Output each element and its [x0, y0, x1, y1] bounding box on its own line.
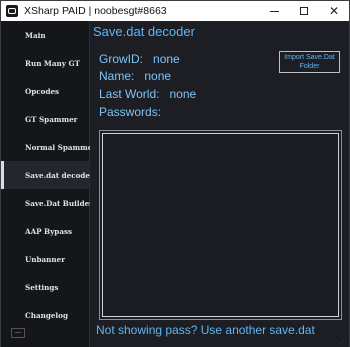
sidebar: Main Run Many GT Opcodes GT Spammer Norm… [1, 21, 96, 347]
sidebar-item-main[interactable]: Main [1, 21, 89, 49]
last-world-label: Last World: [99, 87, 160, 101]
maximize-button[interactable] [289, 1, 319, 21]
sidebar-item-settings[interactable]: Settings [1, 273, 89, 301]
sidebar-item-save-dat-decoder[interactable]: Save.dat decoder [1, 161, 94, 189]
minimize-icon [269, 10, 279, 12]
sidebar-item-aap-bypass[interactable]: AAP Bypass [1, 217, 89, 245]
main-panel: Save.dat decoder GrowID: none Name: none L… [90, 21, 349, 347]
growid-row: GrowID: none [99, 52, 180, 66]
sidebar-item-gt-spammer[interactable]: GT Spammer [1, 105, 89, 133]
import-save-dat-folder-button[interactable]: Import Save.Dat Folder [279, 51, 340, 73]
passwords-textbox-inner[interactable] [102, 133, 339, 317]
name-value: none [144, 69, 172, 83]
passwords-textbox[interactable] [99, 130, 342, 320]
growid-value: none [153, 52, 180, 66]
resize-grip-icon[interactable]: ⋰ [339, 336, 347, 345]
title-bar[interactable]: XSharp PAID | noobesgt#8663 ✕ [1, 1, 349, 21]
minimize-button[interactable] [259, 1, 289, 21]
app-logo-icon [6, 5, 18, 17]
name-label: Name: [99, 69, 135, 83]
sidebar-footer [1, 319, 89, 347]
close-button[interactable]: ✕ [319, 1, 349, 21]
maximize-icon [300, 7, 308, 15]
footer-note: Not showing pass? Use another save.dat [96, 323, 315, 337]
sidebar-item-run-many-gt[interactable]: Run Many GT [1, 49, 89, 77]
passwords-label: Passwords: [99, 105, 162, 119]
sidebar-item-save-dat-builder[interactable]: Save.Dat Builder [1, 189, 93, 217]
name-row: Name: none [99, 69, 171, 83]
last-world-value: none [169, 87, 197, 101]
keyboard-icon[interactable] [11, 328, 25, 338]
growid-label: GrowID: [99, 52, 144, 66]
page-title: Save.dat decoder [93, 24, 195, 39]
sidebar-item-unbanner[interactable]: Unbanner [1, 245, 89, 273]
window-title: XSharp PAID | noobesgt#8663 [24, 5, 167, 17]
app-window: XSharp PAID | noobesgt#8663 ✕ Main Run M… [0, 0, 350, 347]
sidebar-item-opcodes[interactable]: Opcodes [1, 77, 89, 105]
last-world-row: Last World: none [99, 87, 196, 101]
sidebar-item-normal-spammer[interactable]: Normal Spammer [1, 133, 96, 161]
